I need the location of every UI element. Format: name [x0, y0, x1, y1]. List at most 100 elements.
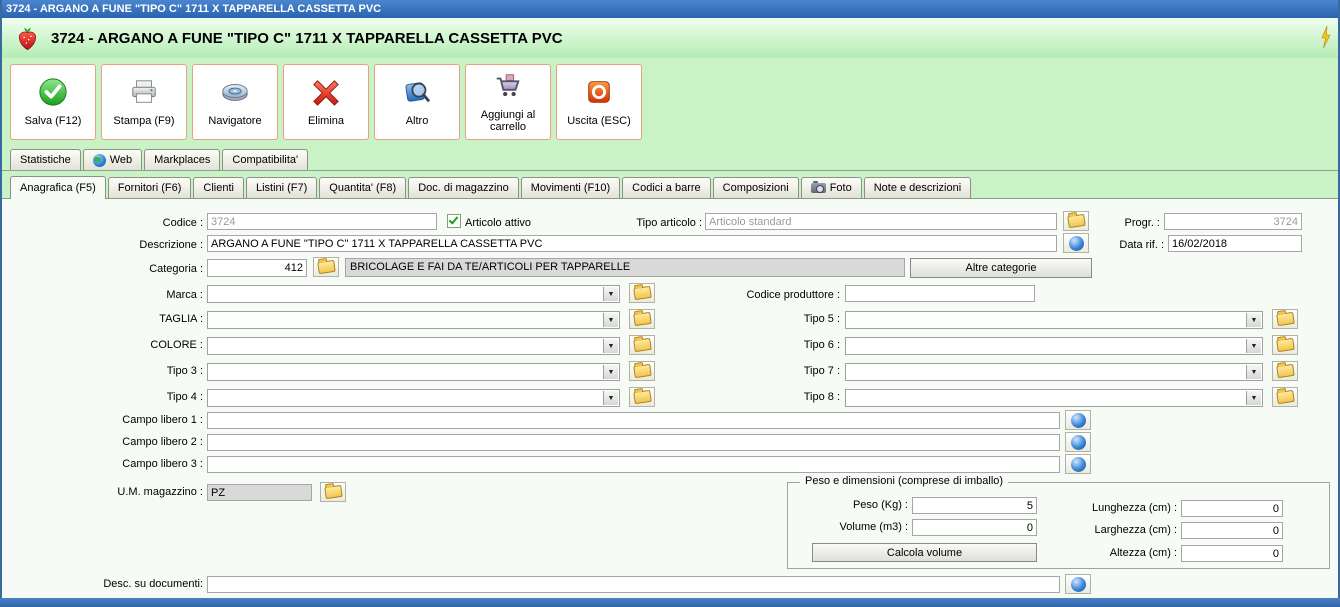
tipo4-select[interactable] [207, 389, 620, 407]
tab-codici-barre[interactable]: Codici a barre [622, 177, 711, 198]
progr-field[interactable] [1164, 213, 1302, 230]
titlebar[interactable]: 3724 - ARGANO A FUNE "TIPO C" 1711 X TAP… [0, 0, 1340, 18]
articolo-attivo-checkbox[interactable] [447, 214, 461, 228]
folder-icon [1275, 363, 1295, 379]
um-folder-button[interactable] [320, 482, 346, 502]
tab-fornitori[interactable]: Fornitori (F6) [107, 177, 192, 198]
codice-produttore-field[interactable] [845, 285, 1035, 302]
categoria-code-field[interactable] [207, 259, 307, 277]
save-button[interactable]: Salva (F12) [10, 64, 96, 140]
other-button[interactable]: Altro [374, 64, 460, 140]
lunghezza-field[interactable] [1181, 500, 1283, 517]
taglia-select[interactable] [207, 311, 620, 329]
tab-markplaces[interactable]: Markplaces [144, 149, 221, 170]
lunghezza-label: Lunghezza (cm) : [1092, 502, 1177, 514]
blue-sphere-icon [1070, 434, 1086, 450]
altezza-label: Altezza (cm) : [1109, 547, 1177, 559]
check-icon [448, 214, 459, 225]
window-bottom-border [0, 598, 1340, 607]
tab-movimenti-label: Movimenti (F10) [530, 182, 611, 194]
tipo6-select[interactable] [845, 337, 1263, 355]
colore-folder-button[interactable] [629, 335, 655, 355]
larghezza-label: Larghezza (cm) : [1094, 524, 1177, 536]
printer-icon [129, 77, 159, 110]
tab-movimenti[interactable]: Movimenti (F10) [520, 177, 621, 198]
altezza-field[interactable] [1181, 545, 1283, 562]
data-rif-field[interactable] [1168, 235, 1302, 252]
campo-libero-1-field[interactable] [207, 412, 1060, 429]
delete-button[interactable]: Elimina [283, 64, 369, 140]
desc-documenti-ball-button[interactable] [1065, 574, 1091, 594]
secondary-tab-bar: Statistiche Web Markplaces Compatibilita… [2, 146, 1338, 171]
tab-doc-magazzino[interactable]: Doc. di magazzino [408, 177, 519, 198]
tab-composizioni[interactable]: Composizioni [712, 177, 799, 198]
print-button[interactable]: Stampa (F9) [101, 64, 187, 140]
peso-dimensioni-title: Peso e dimensioni (comprese di imballo) [800, 475, 1009, 487]
descrizione-field[interactable] [207, 235, 1057, 252]
tipo6-folder-button[interactable] [1272, 335, 1298, 355]
blue-sphere-icon [1070, 456, 1086, 472]
print-button-label: Stampa (F9) [113, 115, 175, 127]
tab-listini[interactable]: Listini (F7) [245, 177, 318, 198]
red-x-icon [311, 77, 341, 110]
tab-web-label: Web [109, 154, 133, 166]
tipo3-folder-button[interactable] [629, 361, 655, 381]
chevron-down-icon [603, 365, 618, 379]
tab-compatibilita[interactable]: Compatibilita' [222, 149, 309, 170]
volume-field[interactable] [912, 519, 1037, 536]
tipo8-folder-button[interactable] [1272, 387, 1298, 407]
campo-libero-2-field[interactable] [207, 434, 1060, 451]
tipo8-select[interactable] [845, 389, 1263, 407]
categoria-desc-field: BRICOLAGE E FAI DA TE/ARTICOLI PER TAPPA… [345, 258, 905, 277]
descrizione-label: Descrizione : [139, 239, 203, 251]
shopping-cart-icon [493, 71, 523, 104]
codice-produttore-label: Codice produttore : [746, 289, 840, 301]
tab-note-descrizioni[interactable]: Note e descrizioni [863, 177, 972, 198]
tipo5-folder-button[interactable] [1272, 309, 1298, 329]
marca-select[interactable] [207, 285, 620, 303]
tab-clienti[interactable]: Clienti [193, 177, 244, 198]
categoria-folder-button[interactable] [313, 257, 339, 277]
exit-button[interactable]: Uscita (ESC) [556, 64, 642, 140]
folder-icon [632, 285, 652, 301]
larghezza-field[interactable] [1181, 522, 1283, 539]
categoria-label: Categoria : [149, 263, 203, 275]
power-icon [584, 77, 614, 110]
campo-libero-3-ball-button[interactable] [1065, 454, 1091, 474]
taglia-folder-button[interactable] [629, 309, 655, 329]
app-window: 3724 - ARGANO A FUNE "TIPO C" 1711 X TAP… [0, 0, 1340, 607]
colore-select[interactable] [207, 337, 620, 355]
page-title: 3724 - ARGANO A FUNE "TIPO C" 1711 X TAP… [51, 29, 563, 47]
campo-libero-2-ball-button[interactable] [1065, 432, 1091, 452]
progr-label: Progr. : [1124, 217, 1160, 229]
strawberry-icon [14, 25, 41, 52]
green-check-icon [38, 77, 68, 110]
tab-foto[interactable]: Foto [800, 177, 862, 198]
campo-libero-1-ball-button[interactable] [1065, 410, 1091, 430]
marca-folder-button[interactable] [629, 283, 655, 303]
um-magazzino-field[interactable] [207, 484, 312, 501]
codice-field[interactable] [207, 213, 437, 230]
add-to-cart-button[interactable]: Aggiungi al carrello [465, 64, 551, 140]
tipo7-folder-button[interactable] [1272, 361, 1298, 381]
chevron-down-icon [603, 287, 618, 301]
disc-icon [220, 77, 250, 110]
tab-web[interactable]: Web [82, 149, 143, 170]
tipo4-folder-button[interactable] [629, 387, 655, 407]
campo-libero-2-label: Campo libero 2 : [122, 436, 203, 448]
campo-libero-3-field[interactable] [207, 456, 1060, 473]
desc-documenti-field[interactable] [207, 576, 1060, 593]
other-button-label: Altro [405, 115, 429, 127]
tab-quantita[interactable]: Quantita' (F8) [319, 177, 407, 198]
tab-anagrafica[interactable]: Anagrafica (F5) [10, 176, 106, 199]
tipo7-select[interactable] [845, 363, 1263, 381]
calcola-volume-button[interactable]: Calcola volume [812, 543, 1037, 562]
folder-icon [632, 311, 652, 327]
tipo3-select[interactable] [207, 363, 620, 381]
tab-statistiche[interactable]: Statistiche [10, 149, 81, 170]
navigator-button[interactable]: Navigatore [192, 64, 278, 140]
tipo-articolo-field[interactable] [705, 213, 1057, 230]
tipo5-select[interactable] [845, 311, 1263, 329]
peso-field[interactable] [912, 497, 1037, 514]
altre-categorie-button[interactable]: Altre categorie [910, 258, 1092, 278]
